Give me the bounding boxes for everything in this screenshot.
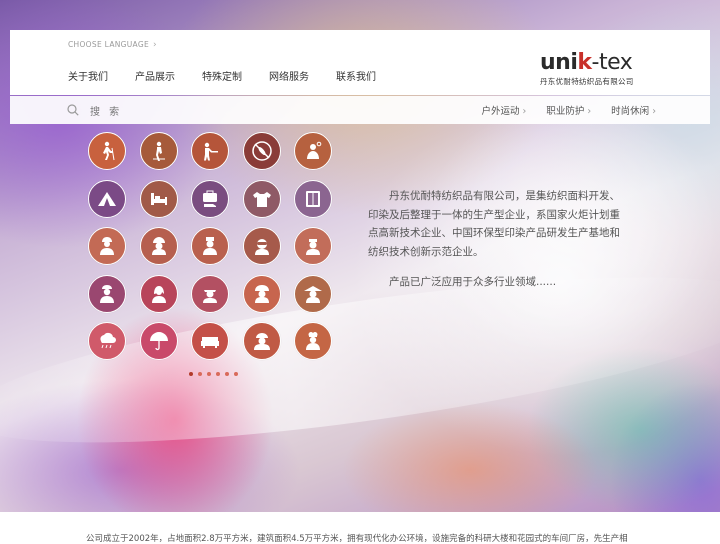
umbrella-icon[interactable]: [139, 322, 178, 360]
pilot-icon[interactable]: [191, 274, 229, 313]
doctor-icon[interactable]: [294, 227, 332, 265]
hiker-icon[interactable]: [88, 132, 126, 170]
carousel-dot[interactable]: [198, 372, 202, 376]
sun-person-icon[interactable]: [294, 132, 332, 170]
intro-more-link[interactable]: 产品已广泛应用于众多行业领域......: [368, 273, 630, 292]
mosquito-icon[interactable]: [242, 132, 281, 170]
nav-item-custom[interactable]: 特殊定制: [202, 68, 242, 83]
search-input[interactable]: 搜 索: [90, 103, 122, 118]
carousel-dot[interactable]: [207, 372, 211, 376]
tent-icon[interactable]: [88, 179, 126, 218]
intro-paragraph: 丹东优耐特纺织品有限公司，是集纺织面料开发、印染及后整理于一体的生产型企业，系国…: [368, 190, 620, 258]
chef-icon[interactable]: [294, 322, 332, 360]
woman-icon[interactable]: [139, 274, 178, 313]
top-navbar: CHOOSE LANGUAGE › 关于我们 产品展示 特殊定制 网络服务 联系我…: [10, 30, 710, 95]
category-outdoor[interactable]: 户外运动 ›: [482, 103, 527, 117]
category-links: 户外运动 › 职业防护 › 时尚休闲 ›: [462, 103, 656, 117]
nav-item-service[interactable]: 网络服务: [269, 68, 309, 83]
farmer-icon[interactable]: [294, 274, 332, 313]
choose-language-link[interactable]: CHOOSE LANGUAGE ›: [68, 40, 157, 50]
goggles-worker-icon[interactable]: [242, 227, 281, 265]
carousel-dot[interactable]: [189, 372, 193, 376]
firefighter-icon[interactable]: [242, 274, 281, 313]
skier-icon[interactable]: [139, 132, 178, 170]
nav-item-products[interactable]: 产品展示: [135, 68, 175, 83]
carousel-dots: [189, 372, 238, 376]
sofa-icon[interactable]: [191, 322, 229, 360]
search-icon[interactable]: [67, 104, 79, 116]
clothes-icon[interactable]: [242, 179, 281, 218]
logo-wordmark: unik-tex: [540, 50, 633, 75]
builder-icon[interactable]: [139, 227, 178, 265]
bed-icon[interactable]: [139, 179, 178, 218]
carousel-dot[interactable]: [225, 372, 229, 376]
cook-icon[interactable]: [88, 274, 126, 313]
chevron-right-icon: ›: [153, 40, 157, 50]
search-bar: 搜 索 户外运动 › 职业防护 › 时尚休闲 ›: [10, 96, 710, 124]
company-logo[interactable]: unik-tex 丹东优耐特纺织品有限公司: [540, 52, 650, 92]
rain-icon[interactable]: [88, 322, 126, 360]
category-fashion[interactable]: 时尚休闲 ›: [611, 103, 656, 117]
carousel-dot[interactable]: [234, 372, 238, 376]
soldier-icon[interactable]: [242, 322, 281, 360]
company-intro: 丹东优耐特纺织品有限公司，是集纺织面料开发、印染及后整理于一体的生产型企业，系国…: [368, 187, 630, 292]
bag-shoe-icon[interactable]: [191, 179, 229, 218]
footer-description: 公司成立于2002年，占地面积2.8万平方米，建筑面积4.5万平方米，拥有现代化…: [86, 534, 628, 544]
carousel-dot[interactable]: [216, 372, 220, 376]
chevron-right-icon: ›: [587, 106, 592, 117]
category-protection[interactable]: 职业防护 ›: [546, 103, 591, 117]
worker-icon[interactable]: [88, 227, 126, 265]
wardrobe-icon[interactable]: [294, 179, 332, 218]
chevron-right-icon: ›: [652, 106, 656, 117]
hunter-icon[interactable]: [191, 132, 229, 170]
nurse-icon[interactable]: [191, 227, 229, 265]
choose-language-label: CHOOSE LANGUAGE: [68, 40, 150, 49]
nav-item-contact[interactable]: 联系我们: [336, 68, 376, 83]
chevron-right-icon: ›: [522, 106, 527, 117]
nav-item-about[interactable]: 关于我们: [68, 68, 108, 83]
logo-subtitle: 丹东优耐特纺织品有限公司: [540, 77, 634, 86]
main-menu: 关于我们 产品展示 特殊定制 网络服务 联系我们: [68, 68, 403, 83]
